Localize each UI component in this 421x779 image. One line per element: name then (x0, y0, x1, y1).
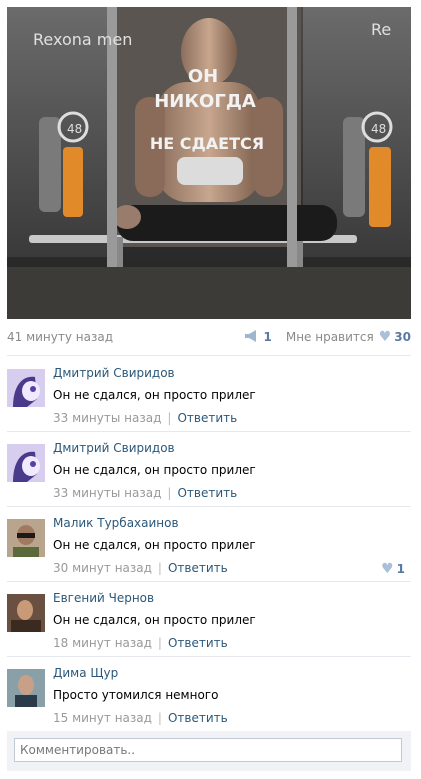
ad-text-line-3: НЕ СДАЕТСЯ (150, 134, 264, 153)
separator: | (157, 711, 162, 725)
divider (7, 355, 411, 356)
comment-text: Просто утомился немного (53, 688, 219, 702)
comment-time[interactable]: 33 минуты назад (53, 486, 161, 500)
comment-footer: 33 минуты назад | Ответить (53, 486, 237, 500)
comment-footer: 30 минут назад | Ответить (53, 561, 228, 575)
avatar[interactable] (7, 594, 45, 632)
comment-footer: 33 минуты назад | Ответить (53, 411, 237, 425)
brand-left-text: Rexona men (33, 30, 132, 49)
reply-link[interactable]: Ответить (177, 486, 237, 500)
comment-author[interactable]: Евгений Чернов (53, 591, 154, 605)
post-time: 41 минуту назад (7, 330, 114, 344)
reply-link[interactable]: Ответить (168, 711, 228, 725)
comment-author[interactable]: Дмитрий Свиридов (53, 441, 175, 455)
comment-time[interactable]: 33 минуты назад (53, 411, 161, 425)
divider (7, 431, 411, 432)
avatar[interactable] (7, 669, 45, 707)
badge-right: 48 (371, 122, 386, 136)
post-meta-row: 41 минуту назад 1 Мне нравится ♥ 30 (7, 326, 411, 348)
divider (7, 581, 411, 582)
reply-link[interactable]: Ответить (168, 636, 228, 650)
comment-item: Евгений Чернов Он не сдался, он просто п… (7, 587, 411, 657)
comment-time[interactable]: 30 минут назад (53, 561, 152, 575)
comment-author[interactable]: Дмитрий Свиридов (53, 366, 175, 380)
comment-text: Он не сдался, он просто прилег (53, 538, 256, 552)
comment-box-area (7, 731, 411, 771)
brand-right-text: Re (371, 20, 391, 39)
comment-time[interactable]: 15 минут назад (53, 711, 152, 725)
divider (7, 656, 411, 657)
share-button[interactable]: 1 (244, 329, 272, 345)
ad-text-line-2: НИКОГДА (154, 91, 256, 112)
divider (7, 506, 411, 507)
reply-link[interactable]: Ответить (177, 411, 237, 425)
comment-item: Дима Щур Просто утомился немного 15 мину… (7, 662, 411, 732)
separator: | (157, 561, 162, 575)
like-label: Мне нравится (285, 330, 374, 344)
comment-text: Он не сдался, он просто прилег (53, 613, 256, 627)
ad-text-line-1: ОН (188, 66, 218, 87)
comment-author[interactable]: Дима Щур (53, 666, 118, 680)
comment-text: Он не сдался, он просто прилег (53, 388, 256, 402)
like-count: 30 (394, 330, 411, 344)
reply-link[interactable]: Ответить (168, 561, 228, 575)
comment-item: Дмитрий Свиридов Он не сдался, он просто… (7, 437, 411, 507)
comment-footer: 15 минут назад | Ответить (53, 711, 228, 725)
comment-footer: 18 минут назад | Ответить (53, 636, 228, 650)
separator: | (167, 486, 172, 500)
megaphone-icon (244, 329, 260, 345)
comment-like-button[interactable]: ♥ 1 (381, 561, 405, 577)
comment-like-count: 1 (396, 562, 405, 576)
comment-input[interactable] (14, 738, 402, 762)
heart-icon: ♥ (378, 329, 392, 345)
like-button[interactable]: Мне нравится ♥ 30 (286, 329, 411, 345)
comment-item: Малик Турбахаинов Он не сдался, он прост… (7, 512, 411, 582)
separator: | (157, 636, 162, 650)
heart-icon: ♥ (381, 561, 394, 577)
post-photo[interactable]: Rexona men Re 48 48 ОН НИКОГДА НЕ СДАЕТС… (7, 7, 411, 319)
share-count: 1 (263, 330, 272, 344)
badge-left: 48 (67, 122, 82, 136)
comment-item: Дмитрий Свиридов Он не сдался, он просто… (7, 362, 411, 432)
comment-time[interactable]: 18 минут назад (53, 636, 152, 650)
avatar[interactable] (7, 444, 45, 482)
avatar[interactable] (7, 519, 45, 557)
separator: | (167, 411, 172, 425)
avatar[interactable] (7, 369, 45, 407)
comment-text: Он не сдался, он просто прилег (53, 463, 256, 477)
comment-author[interactable]: Малик Турбахаинов (53, 516, 179, 530)
